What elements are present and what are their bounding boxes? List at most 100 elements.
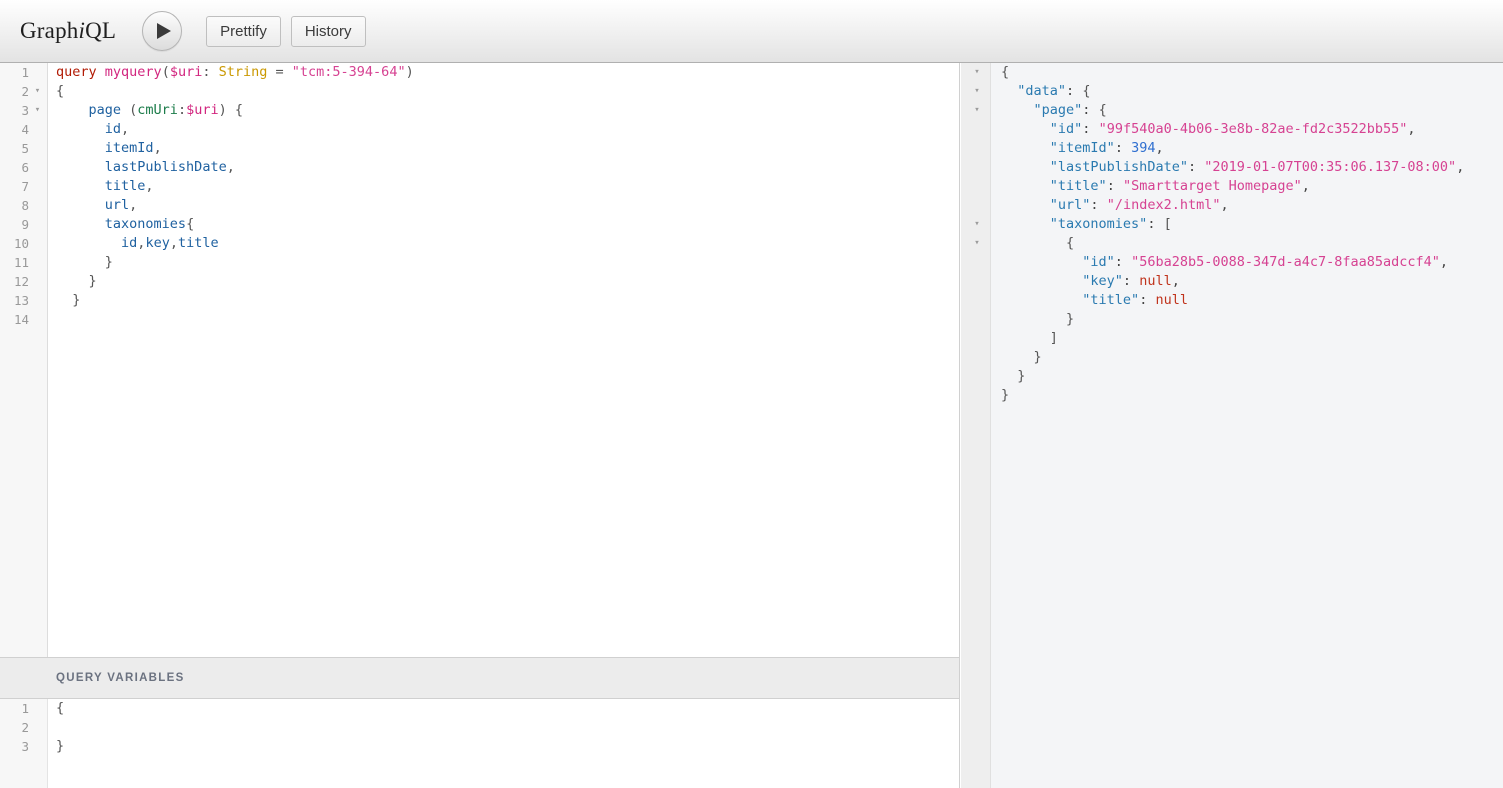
query-variables-header[interactable]: QUERY VARIABLES	[0, 657, 959, 699]
query-codemirror[interactable]: 1▾2▾3▾4▾5▾6▾7▾8▾9▾10▾11▾12▾13▾14▾ query …	[0, 63, 959, 657]
line-number-text: 13	[13, 293, 29, 308]
fold-toggle-icon[interactable]: ▾	[32, 82, 43, 101]
prettify-button[interactable]: Prettify	[206, 15, 281, 47]
code-line: "url": "/index2.html",	[1001, 196, 1503, 215]
code-token: null	[1139, 273, 1172, 289]
line-number-text: 2	[21, 84, 29, 99]
fold-gutter-row: ▾	[961, 177, 990, 196]
fold-gutter-row: ▾	[961, 120, 990, 139]
code-line: taxonomies{	[56, 215, 959, 234]
line-number: 4▾	[0, 120, 47, 139]
variables-codemirror[interactable]: 1▾2▾3▾ { }	[0, 699, 959, 788]
code-line: "page": {	[1001, 101, 1503, 120]
code-token: "key"	[1082, 273, 1123, 289]
code-line: "data": {	[1001, 82, 1503, 101]
code-line: }	[56, 272, 959, 291]
line-number-text: 14	[13, 312, 29, 327]
fold-gutter-row[interactable]: ▾	[961, 101, 990, 120]
code-token: {	[186, 216, 195, 232]
code-line: page (cmUri:$uri) {	[56, 101, 959, 120]
line-number-text: 10	[13, 236, 29, 251]
code-line: }	[1001, 348, 1503, 367]
code-token: [	[1163, 216, 1172, 232]
line-number-text: 1	[21, 65, 29, 80]
code-token: (	[161, 64, 170, 80]
code-token: }	[88, 273, 97, 289]
line-number: 1▾	[0, 699, 47, 718]
code-token: (	[121, 102, 138, 118]
code-token: "id"	[1049, 121, 1083, 137]
fold-gutter-row: ▾	[961, 348, 990, 367]
fold-toggle-icon[interactable]: ▾	[972, 234, 983, 253]
code-token: {	[1066, 235, 1075, 251]
code-token: 394	[1131, 140, 1156, 156]
variables-code[interactable]: { }	[48, 699, 959, 788]
code-token: {	[1082, 83, 1091, 99]
code-token: :	[1082, 121, 1099, 137]
code-line: }	[1001, 386, 1503, 405]
line-number[interactable]: 2 ▾	[0, 82, 47, 101]
code-token: ,	[129, 197, 138, 213]
fold-toggle-icon: ▾	[972, 253, 983, 272]
line-number-text: 7	[21, 179, 29, 194]
query-variables-editor[interactable]: 1▾2▾3▾ { }	[0, 699, 959, 788]
graphiql-logo: GraphiQL	[20, 18, 116, 44]
code-token: ,	[1301, 178, 1310, 194]
fold-toggle-icon: ▾	[32, 234, 43, 253]
code-token: :	[1114, 254, 1132, 270]
code-token: "taxonomies"	[1049, 216, 1148, 232]
fold-gutter-row[interactable]: ▾	[961, 215, 990, 234]
code-token: ,	[1407, 121, 1416, 137]
code-line: "lastPublishDate": "2019-01-07T00:35:06.…	[1001, 158, 1503, 177]
line-number: 10▾	[0, 234, 47, 253]
history-button[interactable]: History	[290, 15, 366, 47]
code-token: ,	[226, 159, 235, 175]
result-pane: ▾▾▾▾▾▾▾▾▾▾▾▾▾▾▾▾▾▾ { "data": { "page": {…	[961, 63, 1503, 788]
fold-toggle-icon[interactable]: ▾	[32, 101, 43, 120]
fold-toggle-icon[interactable]: ▾	[972, 215, 983, 234]
line-number: 14▾	[0, 310, 47, 329]
fold-toggle-icon: ▾	[32, 272, 43, 291]
result-codemirror[interactable]: ▾▾▾▾▾▾▾▾▾▾▾▾▾▾▾▾▾▾ { "data": { "page": {…	[961, 63, 1503, 788]
code-token: "lastPublishDate"	[1049, 159, 1188, 175]
fold-toggle-icon[interactable]: ▾	[972, 101, 983, 120]
execute-query-button[interactable]	[142, 11, 183, 51]
code-line: {	[56, 699, 959, 718]
code-token: "url"	[1049, 197, 1091, 213]
fold-toggle-icon: ▾	[972, 139, 983, 158]
fold-gutter-row: ▾	[961, 310, 990, 329]
query-code[interactable]: query myquery($uri: String = "tcm:5-394-…	[48, 63, 959, 657]
code-token: )	[405, 64, 414, 80]
line-number[interactable]: 3 ▾	[0, 101, 47, 120]
fold-toggle-icon[interactable]: ▾	[972, 63, 983, 82]
fold-gutter-row[interactable]: ▾	[961, 234, 990, 253]
code-token: "2019-01-07T00:35:06.137-08:00"	[1204, 159, 1457, 175]
line-number: 3▾	[0, 737, 47, 756]
fold-toggle-icon[interactable]: ▾	[972, 82, 983, 101]
code-token: }	[1017, 368, 1026, 384]
code-token: taxonomies	[104, 216, 187, 232]
fold-gutter-row[interactable]: ▾	[961, 82, 990, 101]
code-token: query	[56, 64, 105, 80]
query-editor[interactable]: 1▾2▾3▾4▾5▾6▾7▾8▾9▾10▾11▾12▾13▾14▾ query …	[0, 63, 959, 657]
code-token: ,	[169, 235, 178, 251]
code-line: }	[56, 291, 959, 310]
code-token: $uri	[186, 102, 219, 118]
code-token: {	[1098, 102, 1107, 118]
code-token: {	[234, 102, 243, 118]
fold-toggle-icon: ▾	[972, 196, 983, 215]
fold-gutter-row: ▾	[961, 253, 990, 272]
fold-toggle-icon: ▾	[32, 63, 43, 82]
code-token: "data"	[1017, 83, 1067, 99]
fold-gutter-row[interactable]: ▾	[961, 63, 990, 82]
fold-toggle-icon: ▾	[32, 215, 43, 234]
code-line: }	[56, 253, 959, 272]
